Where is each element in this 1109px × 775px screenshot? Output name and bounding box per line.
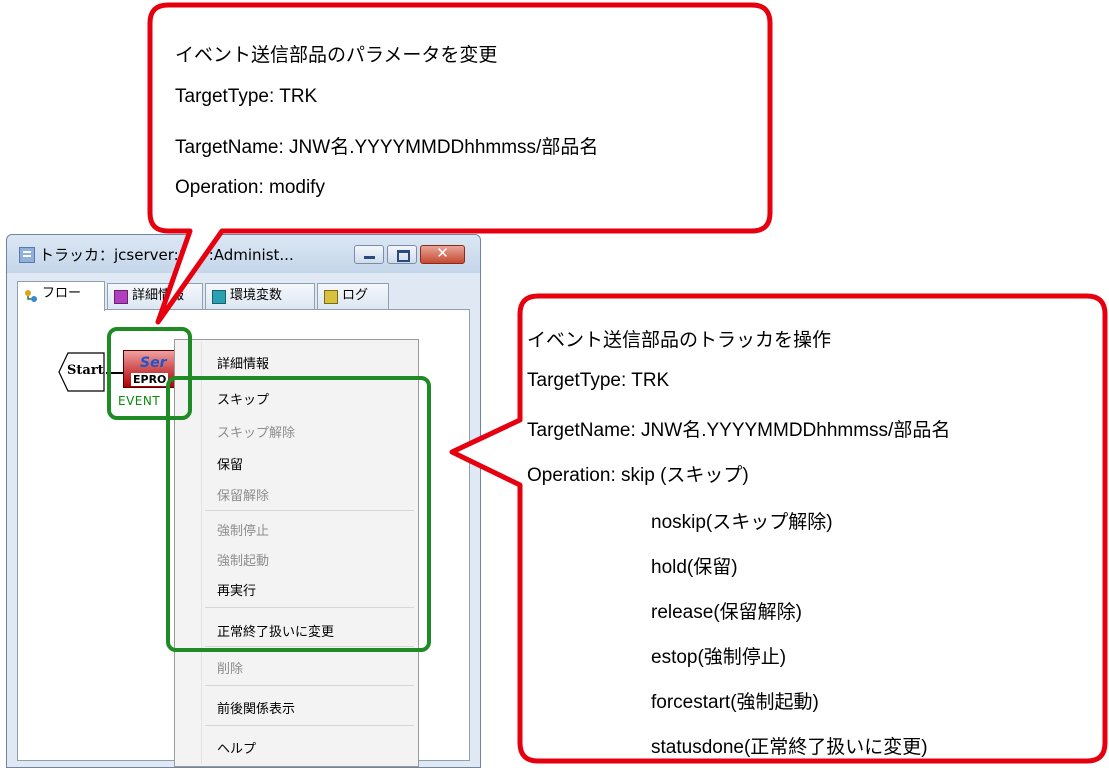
callout-right-heading: イベント送信部品のトラッカを操作: [527, 330, 832, 351]
tab-flow-label: フロー: [42, 286, 82, 301]
callout-right-op-estop: estop(強制停止): [651, 647, 787, 668]
callout-top-operation: Operation: modify: [175, 177, 325, 198]
callout-right-target-type: TargetType: TRK: [527, 370, 670, 391]
flow-icon: [24, 288, 37, 302]
callout-top-heading: イベント送信部品のパラメータを変更: [175, 45, 498, 66]
callout-top-target-name: TargetName: JNW名.YYYYMMDDhhmmss/部品名: [175, 137, 599, 158]
callout-right-op-release: release(保留解除): [651, 602, 802, 623]
callout-right-op-statusdone: statusdone(正常終了扱いに変更): [651, 737, 928, 758]
callout-top-target-type: TargetType: TRK: [175, 86, 318, 107]
callout-right-target-name: TargetName: JNW名.YYYYMMDDhhmmss/部品名: [527, 420, 951, 441]
callout-right-op-hold: hold(保留): [651, 557, 738, 578]
callout-right-op-skip: Operation: skip (スキップ): [527, 465, 749, 486]
callout-right-op-forcestart: forcestart(強制起動): [651, 692, 819, 713]
tab-flow[interactable]: フロー: [17, 281, 105, 311]
callout-right-op-noskip: noskip(スキップ解除): [651, 512, 833, 533]
